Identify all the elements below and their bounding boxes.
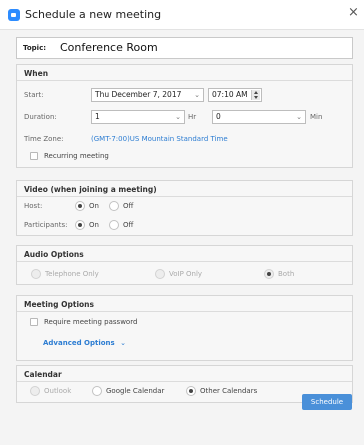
require-password-checkbox[interactable]	[30, 318, 38, 326]
divider	[17, 196, 352, 197]
participants-video-on-radio[interactable]	[75, 220, 85, 230]
chevron-down-icon: ⌄	[175, 113, 181, 121]
host-video-off-radio[interactable]	[109, 201, 119, 211]
topic-field[interactable]: Topic: Conference Room	[16, 37, 353, 59]
when-section: When Start: Thu December 7, 2017 ⌄ 07:10…	[16, 64, 353, 168]
topic-label: Topic:	[23, 44, 47, 52]
zoom-app-icon	[8, 9, 20, 21]
host-on-label: On	[89, 202, 99, 210]
chevron-down-icon: ⌄	[120, 339, 126, 347]
video-section: Video (when joining a meeting) Host: On …	[16, 180, 353, 236]
host-video-on-radio[interactable]	[75, 201, 85, 211]
audio-both-radio[interactable]	[264, 269, 274, 279]
start-time-picker[interactable]: 07:10 AM	[208, 88, 262, 102]
start-date-picker[interactable]: Thu December 7, 2017 ⌄	[91, 88, 204, 102]
time-spinner-icon[interactable]	[251, 90, 260, 100]
timezone-label: Time Zone:	[24, 135, 64, 143]
chevron-down-icon: ⌄	[296, 113, 302, 121]
dialog-body: Topic: Conference Room When Start: Thu D…	[0, 30, 364, 445]
calendar-google-label: Google Calendar	[106, 387, 165, 395]
duration-label: Duration:	[24, 113, 57, 121]
divider	[17, 311, 352, 312]
duration-hours-value: 1	[95, 112, 100, 121]
when-title: When	[24, 69, 49, 78]
audio-both-label: Both	[278, 270, 295, 278]
audio-title: Audio Options	[24, 250, 84, 259]
duration-minutes-value: 0	[216, 112, 221, 121]
require-password-label: Require meeting password	[44, 318, 138, 326]
calendar-google-radio[interactable]	[92, 386, 102, 396]
calendar-other-label: Other Calendars	[200, 387, 258, 395]
audio-voip-only-radio[interactable]	[155, 269, 165, 279]
duration-minutes-select[interactable]: 0 ⌄	[212, 110, 306, 124]
calendar-title: Calendar	[24, 370, 62, 379]
chevron-down-icon: ⌄	[194, 91, 200, 99]
hours-unit-label: Hr	[188, 113, 197, 121]
recurring-label: Recurring meeting	[44, 152, 109, 160]
participants-video-off-radio[interactable]	[109, 220, 119, 230]
recurring-checkbox[interactable]	[30, 152, 38, 160]
timezone-select[interactable]: (GMT-7:00)US Mountain Standard Time	[91, 135, 228, 143]
host-label: Host:	[24, 202, 43, 210]
topic-input[interactable]: Conference Room	[60, 41, 158, 54]
calendar-outlook-label: Outlook	[44, 387, 72, 395]
calendar-outlook-radio[interactable]	[30, 386, 40, 396]
start-time-value: 07:10 AM	[212, 90, 248, 99]
divider	[17, 381, 352, 382]
minutes-unit-label: Min	[310, 113, 323, 121]
close-icon[interactable]: ×	[348, 6, 359, 19]
audio-section: Audio Options Telephone Only VoIP Only B…	[16, 245, 353, 285]
audio-voip-only-label: VoIP Only	[169, 270, 203, 278]
meeting-options-title: Meeting Options	[24, 300, 94, 309]
audio-telephone-only-label: Telephone Only	[45, 270, 99, 278]
start-date-value: Thu December 7, 2017	[95, 90, 182, 99]
schedule-button[interactable]: Schedule	[302, 394, 352, 410]
participants-off-label: Off	[123, 221, 134, 229]
start-label: Start:	[24, 91, 44, 99]
host-off-label: Off	[123, 202, 134, 210]
title-bar: Schedule a new meeting ×	[0, 0, 364, 30]
window-title: Schedule a new meeting	[25, 8, 162, 21]
video-title: Video (when joining a meeting)	[24, 185, 157, 194]
calendar-other-radio[interactable]	[186, 386, 196, 396]
divider	[17, 80, 352, 81]
meeting-options-section: Meeting Options Require meeting password…	[16, 295, 353, 361]
duration-hours-select[interactable]: 1 ⌄	[91, 110, 185, 124]
advanced-options-label: Advanced Options	[43, 339, 115, 347]
divider	[17, 261, 352, 262]
participants-label: Participants:	[24, 221, 68, 229]
audio-telephone-only-radio[interactable]	[31, 269, 41, 279]
advanced-options-link[interactable]: Advanced Options ⌄	[43, 338, 126, 347]
participants-on-label: On	[89, 221, 99, 229]
